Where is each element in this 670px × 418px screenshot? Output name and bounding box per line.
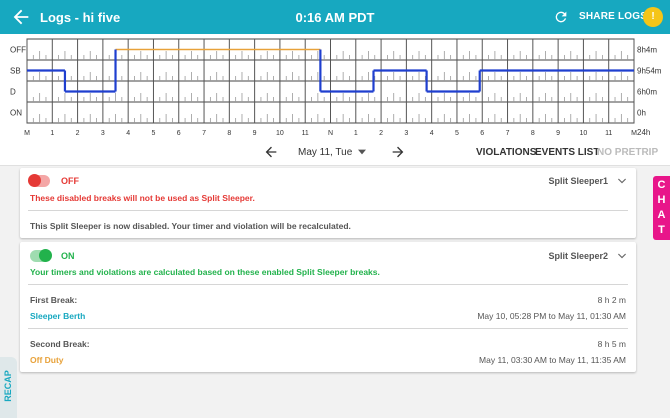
split-sleeper-1-name: Split Sleeper1 [548, 176, 608, 186]
hour-label: 3 [404, 130, 408, 137]
recap-tab-label: RECAP [3, 370, 13, 402]
row-total: 6h0m [637, 88, 657, 97]
hour-label: 6 [480, 130, 484, 137]
log-graph-chart: OFFSBDONM 1 2 3 4 5 6 7 8 9 10 11 N 1 2 3 4 5 6 7 8 9 10 11 M8h4… [10, 38, 662, 137]
hour-label: M [24, 130, 30, 137]
recap-tab[interactable]: RECAP [0, 357, 17, 418]
previous-day-arrow-icon[interactable] [263, 144, 279, 160]
row-label-d: D [10, 88, 16, 97]
hour-label: 11 [302, 130, 309, 137]
violations-button[interactable]: VIOLATIONS [476, 147, 536, 158]
hour-label: 3 [101, 130, 105, 137]
row-label-off: OFF [10, 46, 26, 55]
next-day-arrow-icon[interactable] [390, 144, 406, 160]
hour-label: 10 [580, 130, 588, 137]
row-total: 8h4m [637, 46, 657, 55]
hour-label: 1 [354, 130, 358, 137]
back-arrow-icon[interactable] [10, 6, 32, 28]
hour-label: 10 [276, 130, 284, 137]
first-break-label: First Break: [30, 295, 78, 305]
split-sleeper-1-state: OFF [61, 176, 79, 186]
second-break-status: Off Duty [30, 355, 64, 365]
split-sleeper-1-warning: These disabled breaks will not be used a… [30, 193, 255, 203]
no-pretrip-button[interactable]: NO PRETRIP [597, 147, 658, 158]
hour-label: 5 [455, 130, 459, 137]
hour-label: 8 [531, 130, 535, 137]
app-bar: Logs - hi five 0:16 AM PDT SHARE LOGS ! [0, 0, 670, 34]
first-break-duration: 8 h 2 m [597, 295, 626, 305]
hour-label: 1 [50, 130, 54, 137]
divider [28, 284, 628, 285]
split-sleeper-2-name: Split Sleeper2 [548, 251, 608, 261]
hour-label: 11 [605, 130, 612, 137]
split-sleeper-2-card: ON Split Sleeper2 Your timers and violat… [20, 242, 636, 372]
divider [28, 210, 628, 211]
hour-label: 4 [126, 130, 130, 137]
divider [28, 328, 628, 329]
hour-label: N [328, 130, 333, 137]
hour-label: 9 [253, 130, 257, 137]
split-sleeper-1-info: This Split Sleeper is now disabled. Your… [30, 221, 351, 231]
split-sleeper-2-toggle[interactable] [30, 249, 52, 262]
chat-tab[interactable]: CHAT [653, 176, 670, 240]
date-navigation: May 11, Tue VIOLATIONS EVENTS LIST NO PR… [0, 138, 670, 166]
hour-label: 2 [76, 130, 80, 137]
row-total: 24h [637, 128, 650, 137]
share-logs-button[interactable]: SHARE LOGS [579, 11, 647, 22]
split-sleeper-1-toggle[interactable] [28, 174, 50, 187]
second-break-label: Second Break: [30, 339, 90, 349]
hour-label: 5 [152, 130, 156, 137]
hour-label: 7 [506, 130, 510, 137]
second-break-range: May 11, 03:30 AM to May 11, 11:35 AM [479, 355, 626, 365]
date-selector[interactable]: May 11, Tue [298, 147, 352, 158]
first-break-status: Sleeper Berth [30, 311, 86, 321]
first-break-range: May 10, 05:28 PM to May 11, 01:30 AM [477, 311, 626, 321]
row-total: 0h [637, 109, 646, 118]
chevron-down-icon[interactable] [618, 178, 626, 184]
hour-label: 2 [379, 130, 383, 137]
refresh-icon[interactable] [553, 9, 569, 25]
chevron-down-icon[interactable] [618, 253, 626, 259]
second-break-duration: 8 h 5 m [597, 339, 626, 349]
hour-label: 6 [177, 130, 181, 137]
row-total: 9h54m [637, 67, 662, 76]
row-label-on: ON [10, 109, 22, 118]
hour-label: 8 [227, 130, 231, 137]
split-sleeper-1-card: OFF Split Sleeper1 These disabled breaks… [20, 168, 636, 238]
split-sleeper-2-state: ON [61, 251, 75, 261]
hour-label: 9 [556, 130, 560, 137]
chat-tab-label: CHAT [657, 179, 666, 236]
chevron-down-icon[interactable] [358, 149, 366, 155]
page-title: Logs - hi five [40, 10, 121, 25]
alert-icon[interactable]: ! [643, 7, 663, 27]
events-list-button[interactable]: EVENTS LIST [535, 147, 599, 158]
hour-label: 4 [430, 130, 434, 137]
row-label-sb: SB [10, 67, 21, 76]
split-sleeper-2-message: Your timers and violations are calculate… [30, 267, 380, 277]
hour-label: 7 [202, 130, 206, 137]
log-graph[interactable]: OFF SB D ON M 1 2 3 4 5 6 7 8 9 10 11 N 1 2 3 4 5 6 7 8 9 10 11 M 8h4… [0, 34, 670, 138]
